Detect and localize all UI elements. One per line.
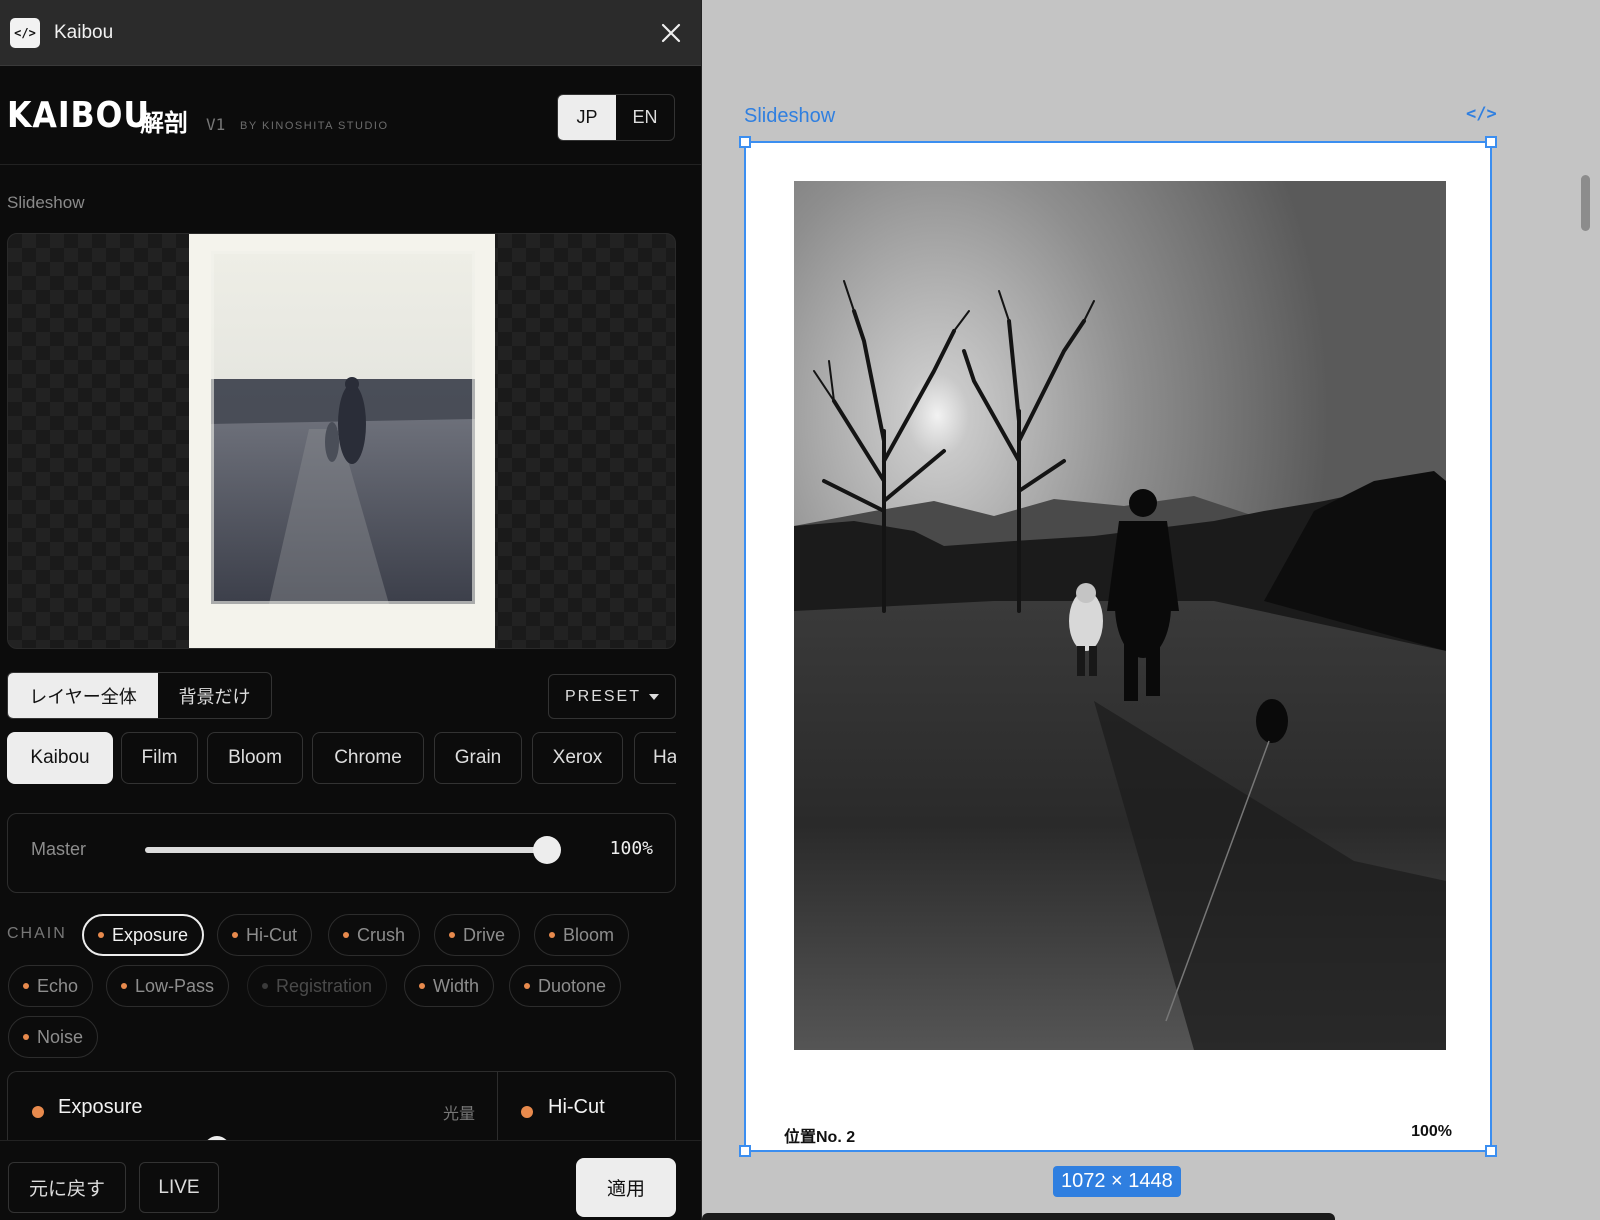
chain-chip-width[interactable]: Width <box>404 965 495 1007</box>
photo-image <box>794 181 1446 1050</box>
resize-handle-bottom-right[interactable] <box>1485 1145 1497 1157</box>
status-dot <box>343 932 349 938</box>
brand-kanji: 解剖 <box>140 110 188 137</box>
plugin-panel: </> Kaibou KAIBOU 解剖 V1 BY KINOSHITA STU… <box>0 0 702 1220</box>
chain-chip-noise[interactable]: Noise <box>8 1016 99 1058</box>
chain-chip-echo[interactable]: Echo <box>8 965 94 1007</box>
code-brackets-icon[interactable]: </> <box>1466 104 1497 128</box>
preset-tabs: Kaibou Film Bloom Chrome Grain Xerox Ha <box>7 732 676 784</box>
status-dot <box>262 983 268 989</box>
brand-byline: BY KINOSHITA STUDIO <box>240 120 389 132</box>
status-dot <box>32 1106 44 1118</box>
status-dot <box>449 932 455 938</box>
preset-dropdown[interactable]: PRESET <box>548 674 676 719</box>
chain-chip-bloom[interactable]: Bloom <box>534 914 630 956</box>
panel-footer: 元に戻す LIVE 適用 <box>0 1140 701 1220</box>
preset-tab-kaibou[interactable]: Kaibou <box>7 732 113 784</box>
status-dot <box>23 983 29 989</box>
chain-chip-exposure[interactable]: Exposure <box>82 914 205 956</box>
preset-tab-grain[interactable]: Grain <box>434 732 522 784</box>
resize-handle-top-left[interactable] <box>739 136 751 148</box>
master-slider[interactable] <box>145 836 561 864</box>
preset-tab-xerox[interactable]: Xerox <box>532 732 623 784</box>
resize-handle-top-right[interactable] <box>1485 136 1497 148</box>
scope-toggle: レイヤー全体 背景だけ <box>7 672 272 719</box>
caret-down-icon <box>649 693 659 700</box>
chip-label: Duotone <box>538 975 607 996</box>
module-name: Hi-Cut <box>548 1096 605 1118</box>
bottom-toolbar-edge <box>702 1213 1335 1220</box>
preset-tab-film[interactable]: Film <box>121 732 198 784</box>
chip-label: Exposure <box>112 924 189 945</box>
frame-label[interactable]: Slideshow <box>744 105 835 128</box>
effect-preview <box>7 233 676 649</box>
code-brackets-icon: </> <box>10 17 40 48</box>
selected-frame[interactable]: 位置No. 2 100% <box>739 136 1497 1157</box>
chip-label: Echo <box>37 975 79 996</box>
chip-label: Low-Pass <box>135 975 215 996</box>
module-name: Exposure <box>58 1096 143 1118</box>
master-control: Master 100% <box>7 813 676 893</box>
preset-label: PRESET <box>564 687 641 705</box>
master-slider-thumb[interactable] <box>533 836 561 864</box>
chip-label: Bloom <box>563 924 615 945</box>
photo <box>794 181 1446 1050</box>
scope-background-only-button[interactable]: 背景だけ <box>158 673 271 718</box>
status-dot <box>524 983 530 989</box>
window-titlebar: </> Kaibou <box>0 0 701 66</box>
dimension-badge: 1072 × 1448 <box>1053 1166 1181 1197</box>
status-dot <box>549 932 555 938</box>
apply-button[interactable]: 適用 <box>576 1158 676 1217</box>
chain-chip-drive[interactable]: Drive <box>434 914 521 956</box>
chip-label: Drive <box>463 924 506 945</box>
preset-tab-bloom[interactable]: Bloom <box>207 732 303 784</box>
window-title: Kaibou <box>54 21 114 43</box>
chain-chip-hi-cut[interactable]: Hi-Cut <box>217 914 313 956</box>
chip-label: Width <box>433 975 480 996</box>
master-label: Master <box>31 839 87 859</box>
close-button[interactable] <box>651 13 691 53</box>
status-dot <box>419 983 425 989</box>
status-dot <box>121 983 127 989</box>
chain-label: CHAIN <box>7 925 67 942</box>
chip-label: Noise <box>37 1026 84 1047</box>
scope-whole-layer-button[interactable]: レイヤー全体 <box>8 673 158 718</box>
brand-name: KAIBOU <box>7 95 150 136</box>
status-dot <box>23 1034 29 1040</box>
close-icon <box>661 23 681 42</box>
status-dot <box>98 932 104 938</box>
language-toggle: JP EN <box>557 94 675 141</box>
chip-label: Registration <box>276 975 373 996</box>
master-slider-fill <box>145 847 547 853</box>
zoom-caption: 100% <box>1411 1123 1452 1140</box>
chain-chip-crush[interactable]: Crush <box>328 914 421 956</box>
preview-image <box>189 234 495 648</box>
preset-tab-chrome[interactable]: Chrome <box>312 732 424 784</box>
chip-label: Crush <box>357 924 406 945</box>
status-dot <box>232 932 238 938</box>
brand-version: V1 <box>206 115 226 134</box>
lang-en-button[interactable]: EN <box>616 95 674 140</box>
layer-name: Slideshow <box>7 193 85 212</box>
brand-header: KAIBOU 解剖 V1 BY KINOSHITA STUDIO JP EN <box>0 67 701 165</box>
chain-chip-duotone[interactable]: Duotone <box>509 965 622 1007</box>
chip-label: Hi-Cut <box>246 924 298 945</box>
revert-button[interactable]: 元に戻す <box>8 1162 126 1213</box>
status-dot <box>521 1106 533 1118</box>
canvas-scrollbar[interactable] <box>1581 175 1590 231</box>
chain-chip-registration[interactable]: Registration <box>247 965 388 1007</box>
master-value: 100% <box>609 838 653 859</box>
module-subtitle: 光量 <box>442 1106 475 1123</box>
chain-chip-low-pass[interactable]: Low-Pass <box>106 965 230 1007</box>
live-button[interactable]: LIVE <box>139 1162 219 1213</box>
module-panel-row: Exposure 光量 Hi-Cut <box>7 1071 676 1151</box>
position-caption: 位置No. 2 <box>784 1129 856 1146</box>
preset-tab-ha[interactable]: Ha <box>634 732 676 784</box>
lang-jp-button[interactable]: JP <box>558 95 616 140</box>
resize-handle-bottom-left[interactable] <box>739 1145 751 1157</box>
